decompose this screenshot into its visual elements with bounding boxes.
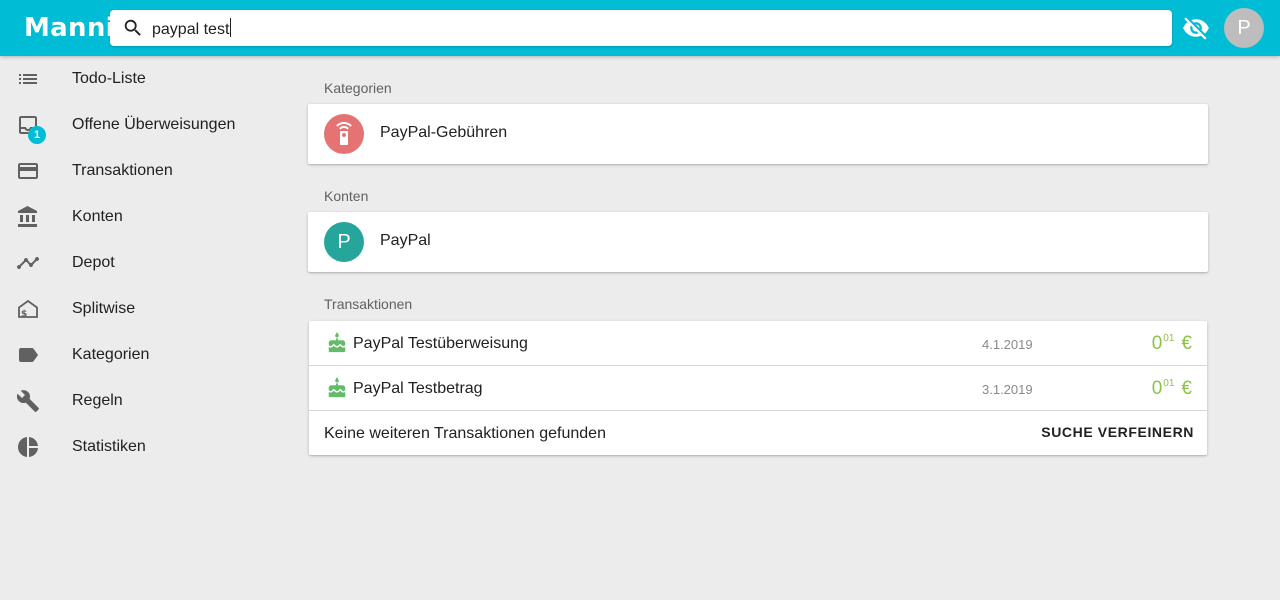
search-input-value: paypal test <box>152 21 230 38</box>
sidebar-item-splitwise[interactable]: $ Splitwise <box>0 286 290 332</box>
cake-icon <box>328 332 346 353</box>
sidebar-nav: Todo-Liste 1 Offene Überweisungen Transa… <box>0 56 290 600</box>
category-avatar <box>324 114 364 154</box>
sidebar-item-konten[interactable]: Konten <box>0 194 290 240</box>
sidebar-item-label: Splitwise <box>72 300 136 317</box>
user-avatar[interactable]: P <box>1224 8 1264 48</box>
credit-card-icon <box>18 163 38 179</box>
category-result-item[interactable]: PayPal-Gebühren <box>308 104 1208 164</box>
remote-icon <box>336 122 352 145</box>
search-input[interactable]: paypal test <box>152 18 232 39</box>
account-label: PayPal <box>380 232 431 249</box>
amount-cents: 01 <box>1163 378 1175 389</box>
pie-chart-icon <box>18 437 38 457</box>
transactions-footer: Keine weiteren Transaktionen gefunden SU… <box>309 411 1207 455</box>
refine-search-button[interactable]: SUCHE VERFEINERN <box>1041 424 1194 440</box>
transaction-row[interactable]: PayPal Testbetrag 3.1.2019 001 € <box>309 366 1207 411</box>
eye-off-icon[interactable] <box>1182 14 1210 42</box>
sidebar-item-label: Regeln <box>72 392 123 409</box>
transactions-heading: Transaktionen <box>324 296 413 312</box>
wrench-icon <box>16 390 39 412</box>
amount-cents: 01 <box>1163 333 1175 344</box>
sidebar-item-statistiken[interactable]: Statistiken <box>0 424 290 470</box>
sidebar-item-offene-ueberweisungen[interactable]: 1 Offene Überweisungen <box>0 102 290 148</box>
amount-whole: 0 <box>1151 378 1163 399</box>
list-icon <box>19 74 37 84</box>
accounts-card: P PayPal <box>308 212 1208 272</box>
sidebar-item-label: Todo-Liste <box>72 70 146 87</box>
accounts-heading: Konten <box>324 188 369 204</box>
bank-icon <box>18 206 37 227</box>
account-avatar: P <box>324 222 364 262</box>
sidebar-item-label: Konten <box>72 208 123 225</box>
categories-card: PayPal-Gebühren <box>308 104 1208 164</box>
sidebar-item-label: Offene Überweisungen <box>72 116 236 133</box>
label-icon <box>19 348 38 362</box>
no-more-results-message: Keine weiteren Transaktionen gefunden <box>324 425 606 442</box>
amount-currency: € <box>1181 378 1192 399</box>
search-icon <box>124 19 141 36</box>
trending-icon <box>17 257 39 269</box>
transaction-label: PayPal Testüberweisung <box>353 335 528 352</box>
sidebar-item-regeln[interactable]: Regeln <box>0 378 290 424</box>
amount-whole: 0 <box>1151 333 1163 354</box>
sidebar-item-label: Transaktionen <box>72 162 173 179</box>
category-label: PayPal-Gebühren <box>380 124 508 141</box>
transaction-amount: 001 € <box>1152 333 1192 355</box>
amount-currency: € <box>1181 333 1192 354</box>
transaction-row[interactable]: PayPal Testüberweisung 4.1.2019 001 € <box>309 321 1207 366</box>
svg-text:$: $ <box>21 310 27 320</box>
cake-icon <box>328 377 346 398</box>
transaction-date: 3.1.2019 <box>982 382 1033 397</box>
sidebar-item-label: Kategorien <box>72 346 150 363</box>
search-bar[interactable]: paypal test <box>110 10 1172 46</box>
app-bar: Manni paypal test P <box>0 0 1280 56</box>
text-cursor <box>230 18 232 37</box>
transactions-card: PayPal Testüberweisung 4.1.2019 001 € Pay… <box>309 321 1207 455</box>
splitwise-icon: $ <box>18 299 38 320</box>
sidebar-item-todo-liste[interactable]: Todo-Liste <box>0 56 290 102</box>
sidebar-item-label: Statistiken <box>72 438 146 455</box>
sidebar-item-transaktionen[interactable]: Transaktionen <box>0 148 290 194</box>
sidebar-item-depot[interactable]: Depot <box>0 240 290 286</box>
transaction-date: 4.1.2019 <box>982 337 1033 352</box>
sidebar-item-label: Depot <box>72 254 115 271</box>
categories-heading: Kategorien <box>324 80 392 96</box>
transaction-amount: 001 € <box>1152 378 1192 400</box>
app-logo[interactable]: Manni <box>24 13 115 43</box>
sidebar-item-kategorien[interactable]: Kategorien <box>0 332 290 378</box>
transaction-label: PayPal Testbetrag <box>353 380 483 397</box>
pending-count-badge: 1 <box>28 126 46 144</box>
account-result-item[interactable]: P PayPal <box>308 212 1208 272</box>
